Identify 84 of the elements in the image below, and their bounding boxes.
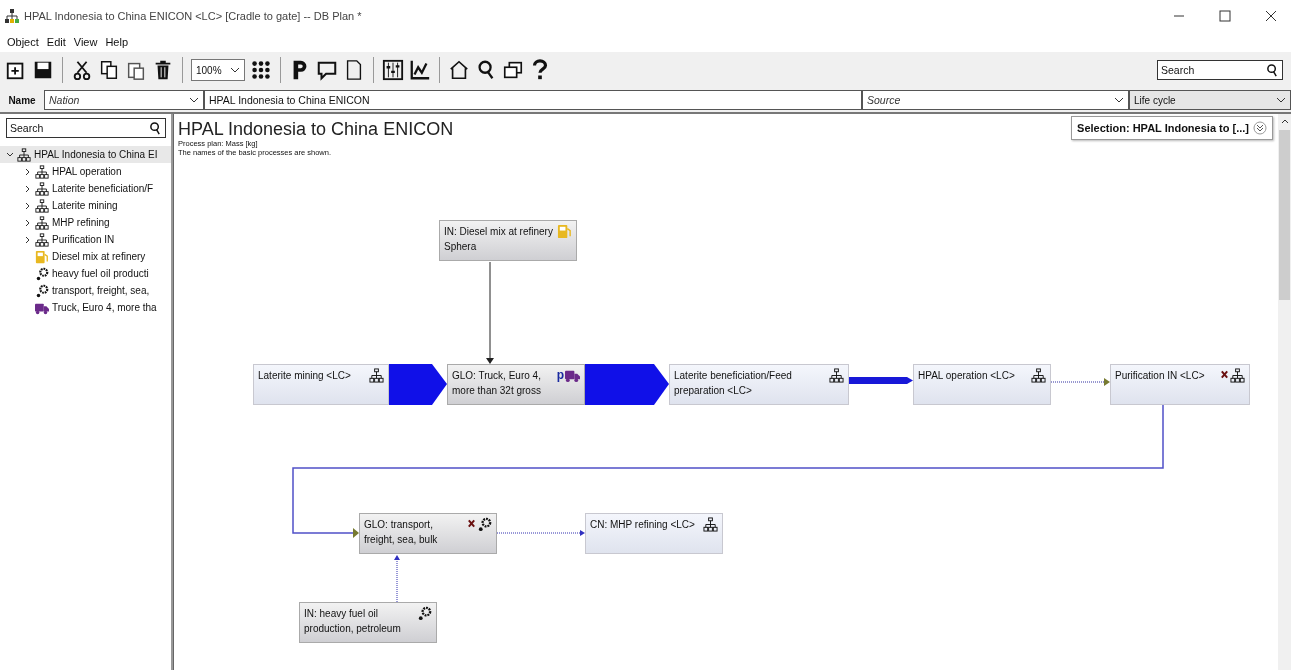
hierarchy-icon xyxy=(35,181,49,196)
hierarchy-icon xyxy=(35,215,49,230)
hierarchy-icon xyxy=(35,198,49,213)
process-node[interactable]: HPAL operation <LC> xyxy=(913,364,1051,405)
expand-icon[interactable] xyxy=(1253,121,1267,135)
search-field[interactable]: Search xyxy=(6,118,166,138)
process-node[interactable]: Purification IN <LC> xyxy=(1110,364,1250,405)
menu-item[interactable]: Help xyxy=(105,36,129,48)
p-label: p xyxy=(556,368,564,382)
hierarchy-icon xyxy=(369,368,384,383)
flow-arrow xyxy=(389,364,447,405)
flow-arrow xyxy=(849,377,913,384)
save-icon[interactable] xyxy=(32,59,54,81)
cut-icon[interactable] xyxy=(71,59,93,81)
process-node[interactable]: Laterite beneficiation/Feed preparation <LC> xyxy=(669,364,849,405)
chevron-icon[interactable] xyxy=(24,167,32,176)
chevron-icon[interactable] xyxy=(24,201,32,210)
app-icon xyxy=(4,8,20,24)
comment-icon[interactable] xyxy=(316,59,338,81)
hierarchy-icon xyxy=(703,517,718,532)
tree-item[interactable]: Purification IN xyxy=(52,234,115,245)
process-node[interactable]: IN: heavy fuel oil production, petroleum xyxy=(299,602,437,643)
flow-connector xyxy=(1050,378,1110,386)
selection-panel[interactable]: Selection: HPAL Indonesia to [...] xyxy=(1071,116,1273,140)
nation-dropdown[interactable]: Nation xyxy=(44,90,204,110)
tree-item[interactable]: Laterite beneficiation/F xyxy=(52,183,154,194)
flow-connector xyxy=(394,555,400,603)
tree-item[interactable]: HPAL operation xyxy=(52,166,122,177)
zoom-dropdown[interactable]: 100% xyxy=(191,59,245,81)
chevron-icon[interactable] xyxy=(24,235,32,244)
caret-icon xyxy=(189,97,199,103)
process-node[interactable]: IN: Diesel mix at refinery Sphera xyxy=(439,220,577,261)
caret-icon xyxy=(230,67,240,73)
tree-item[interactable]: Laterite mining xyxy=(52,200,118,211)
search-icon xyxy=(149,121,162,135)
window-title: HPAL Indonesia to China ENICON <LC> [Cradle to gate] -- DB Plan * xyxy=(24,10,362,22)
gears-icon xyxy=(477,517,492,532)
tree-item[interactable]: transport, freight, sea, xyxy=(52,285,150,296)
process-node[interactable]: GLO: transport, freight, sea, bulk xyxy=(359,513,497,554)
scroll-up-icon[interactable] xyxy=(1280,118,1289,124)
chart-icon[interactable] xyxy=(409,59,431,81)
copy-icon[interactable] xyxy=(98,59,120,81)
process-node[interactable]: CN: MHP refining <LC> xyxy=(585,513,723,554)
life-cycle-dropdown[interactable]: Life cycle xyxy=(1129,90,1291,110)
hierarchy-icon xyxy=(1230,368,1245,383)
tree-item[interactable]: heavy fuel oil producti xyxy=(52,268,149,279)
chevron-icon[interactable] xyxy=(6,150,14,159)
hierarchy-icon xyxy=(829,368,844,383)
fuel-pump-icon xyxy=(35,249,49,264)
tree-item[interactable]: Diesel mix at refinery xyxy=(52,251,146,262)
home-icon[interactable] xyxy=(448,59,470,81)
hierarchy-icon xyxy=(17,147,31,162)
gears-icon xyxy=(35,266,49,281)
maximize-icon[interactable] xyxy=(1219,10,1231,22)
process-node[interactable]: GLO: Truck, Euro 4, more than 32t gross p xyxy=(447,364,585,405)
hierarchy-icon xyxy=(35,232,49,247)
close-icon[interactable] xyxy=(1265,10,1277,22)
name-field[interactable]: HPAL Indonesia to China ENICON xyxy=(204,90,862,110)
sliders-icon[interactable] xyxy=(382,59,404,81)
search-icon xyxy=(1266,63,1279,77)
gears-icon xyxy=(35,283,49,298)
menu-item[interactable]: Object xyxy=(7,36,39,48)
hierarchy-icon xyxy=(1031,368,1046,383)
grid-dots-icon[interactable] xyxy=(250,59,272,81)
selection-label: Selection: HPAL Indonesia to [...] xyxy=(1077,122,1249,134)
truck-icon xyxy=(565,368,580,383)
tree-item[interactable]: MHP refining xyxy=(52,217,110,228)
chevron-icon[interactable] xyxy=(24,218,32,227)
scrollbar[interactable] xyxy=(1278,114,1291,670)
hierarchy-icon xyxy=(35,164,49,179)
search-field[interactable]: Search xyxy=(1157,60,1283,80)
caret-icon xyxy=(1276,97,1286,103)
chevron-icon[interactable] xyxy=(24,184,32,193)
menu-item[interactable]: Edit xyxy=(46,36,66,48)
caret-icon xyxy=(1114,97,1124,103)
process-node[interactable]: Laterite mining <LC> xyxy=(253,364,389,405)
name-label: Name xyxy=(7,94,37,106)
source-dropdown[interactable]: Source xyxy=(862,90,1129,110)
menu-item[interactable]: View xyxy=(73,36,98,48)
diagram-title: HPAL Indonesia to China ENICON xyxy=(178,119,454,139)
windows-icon[interactable] xyxy=(502,59,524,81)
gears-icon xyxy=(417,606,432,621)
tree-item[interactable]: Truck, Euro 4, more tha xyxy=(52,302,157,313)
fuel-pump-icon xyxy=(557,224,572,239)
